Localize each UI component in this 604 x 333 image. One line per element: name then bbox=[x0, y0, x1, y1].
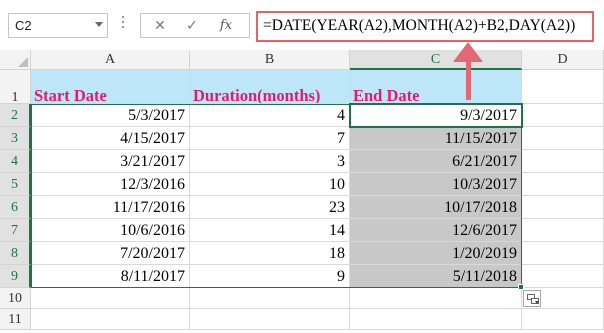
grip-dots-icon[interactable] bbox=[121, 16, 125, 34]
formula-input-highlight[interactable]: =DATE(YEAR(A2),MONTH(A2)+B2,DAY(A2)) bbox=[256, 11, 594, 42]
cell-duration[interactable]: 14 bbox=[190, 219, 350, 242]
header-start-date[interactable]: Start Date bbox=[31, 70, 190, 104]
formula-bar-area: C2 ✕ ✓ fx =DATE(YEAR(A2),MONTH(A2)+B2,DA… bbox=[0, 0, 604, 50]
row-header-5[interactable]: 5 bbox=[0, 173, 31, 196]
formula-buttons: ✕ ✓ fx bbox=[140, 13, 250, 38]
cell-start-date[interactable]: 10/6/2016 bbox=[31, 219, 190, 242]
cell-d1[interactable] bbox=[522, 70, 604, 104]
cell-d[interactable] bbox=[522, 196, 604, 219]
empty-cell[interactable] bbox=[350, 288, 522, 309]
empty-cell[interactable] bbox=[522, 309, 604, 330]
name-box-value: C2 bbox=[15, 18, 32, 33]
cell-d[interactable] bbox=[522, 127, 604, 150]
header-duration[interactable]: Duration(months) bbox=[190, 70, 350, 104]
cell-duration[interactable]: 23 bbox=[190, 196, 350, 219]
cell-d[interactable] bbox=[522, 219, 604, 242]
cell-duration[interactable]: 3 bbox=[190, 150, 350, 173]
cell-start-date[interactable]: 5/3/2017 bbox=[31, 104, 190, 127]
column-header-c[interactable]: C bbox=[350, 50, 522, 70]
column-header-b[interactable]: B bbox=[190, 50, 350, 70]
arrow-shaft bbox=[466, 58, 471, 100]
cell-end-date[interactable]: 10/17/2018 bbox=[350, 196, 522, 219]
row-header-2[interactable]: 2 bbox=[0, 104, 31, 127]
empty-cell[interactable] bbox=[190, 309, 350, 330]
row-header-3[interactable]: 3 bbox=[0, 127, 31, 150]
cell-end-date[interactable]: 9/3/2017 bbox=[350, 104, 522, 127]
insert-function-icon[interactable]: fx bbox=[215, 17, 237, 35]
cell-start-date[interactable]: 12/3/2016 bbox=[31, 173, 190, 196]
cell-d[interactable] bbox=[522, 104, 604, 127]
header-end-date[interactable]: End Date bbox=[350, 70, 522, 104]
select-all-button[interactable] bbox=[0, 50, 31, 70]
cell-duration[interactable]: 9 bbox=[190, 265, 350, 288]
column-header-a[interactable]: A bbox=[31, 50, 190, 70]
cell-start-date[interactable]: 7/20/2017 bbox=[31, 242, 190, 265]
row-header-7[interactable]: 7 bbox=[0, 219, 31, 242]
row-header-1[interactable]: 1 bbox=[0, 70, 31, 105]
quick-analysis-icon[interactable] bbox=[523, 290, 541, 307]
enter-icon[interactable]: ✓ bbox=[181, 17, 203, 35]
cell-duration[interactable]: 18 bbox=[190, 242, 350, 265]
formula-text: =DATE(YEAR(A2),MONTH(A2)+B2,DAY(A2)) bbox=[263, 17, 576, 34]
cell-duration[interactable]: 4 bbox=[190, 104, 350, 127]
row-header-4[interactable]: 4 bbox=[0, 150, 31, 173]
cancel-icon[interactable]: ✕ bbox=[149, 17, 171, 35]
cell-end-date[interactable]: 10/3/2017 bbox=[350, 173, 522, 196]
cell-end-date[interactable]: 1/20/2019 bbox=[350, 242, 522, 265]
cell-d[interactable] bbox=[522, 150, 604, 173]
row-header-10[interactable]: 10 bbox=[0, 288, 31, 309]
cell-end-date[interactable]: 5/11/2018 bbox=[350, 265, 522, 288]
cell-d[interactable] bbox=[522, 173, 604, 196]
cell-d[interactable] bbox=[522, 242, 604, 265]
row-header-6[interactable]: 6 bbox=[0, 196, 31, 219]
cell-start-date[interactable]: 3/21/2017 bbox=[31, 150, 190, 173]
row-header-9[interactable]: 9 bbox=[0, 265, 31, 288]
empty-cell[interactable] bbox=[190, 288, 350, 309]
chevron-down-icon[interactable] bbox=[95, 22, 103, 27]
name-box[interactable]: C2 bbox=[8, 13, 108, 38]
row-header-8[interactable]: 8 bbox=[0, 242, 31, 265]
spreadsheet-grid: A B C D 1 2 3 4 5 6 7 8 9 10 11 Start Date Duration(mont… bbox=[0, 50, 604, 333]
row-header-11[interactable]: 11 bbox=[0, 309, 31, 330]
cell-start-date[interactable]: 4/15/2017 bbox=[31, 127, 190, 150]
empty-cell[interactable] bbox=[350, 309, 522, 330]
cell-end-date[interactable]: 12/6/2017 bbox=[350, 219, 522, 242]
cell-start-date[interactable]: 8/11/2017 bbox=[31, 265, 190, 288]
cell-duration[interactable]: 10 bbox=[190, 173, 350, 196]
cell-end-date[interactable]: 6/21/2017 bbox=[350, 150, 522, 173]
cell-start-date[interactable]: 11/17/2016 bbox=[31, 196, 190, 219]
cell-duration[interactable]: 7 bbox=[190, 127, 350, 150]
empty-cell[interactable] bbox=[31, 288, 190, 309]
cell-end-date[interactable]: 11/15/2017 bbox=[350, 127, 522, 150]
empty-cell[interactable] bbox=[31, 309, 190, 330]
column-header-d[interactable]: D bbox=[522, 50, 604, 70]
cell-d[interactable] bbox=[522, 265, 604, 288]
